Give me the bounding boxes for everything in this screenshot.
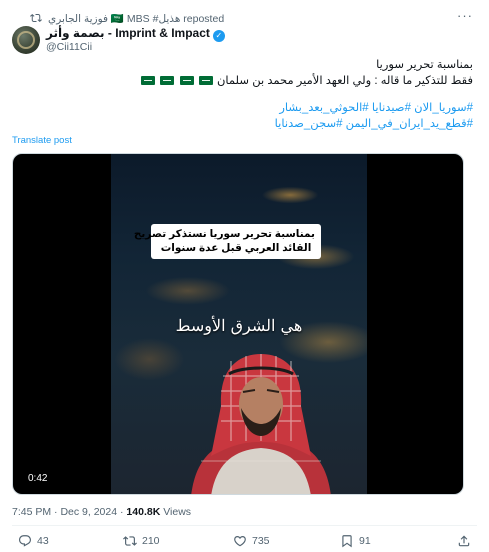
repost-text: فوزية الجابري 🇸🇦 MBS #هذيل reposted <box>48 13 225 25</box>
bookmark-button[interactable]: 91 <box>340 532 371 550</box>
video-caption-line-2: القائد العربي قبل عدة سنوات <box>160 242 312 254</box>
hashtag-line-1[interactable]: #سوريا_الان #صيدنايا #الحوثي_بعد_بشار <box>33 101 473 117</box>
repost-count: 210 <box>142 535 160 547</box>
translate-post-link[interactable]: Translate post <box>12 135 72 146</box>
author-name-row[interactable]: بصمة وأثر - Imprint & Impact ✓ <box>46 26 225 42</box>
author-name[interactable]: بصمة وأثر - Imprint & Impact <box>46 26 210 40</box>
tweet-line-1: بمناسبة تحرير سوريا <box>376 59 473 71</box>
video-frame[interactable]: بمناسبة تحرير سوريا نستذكر تصريح القائد … <box>111 154 367 494</box>
saudi-flag-icon <box>179 75 194 85</box>
verified-badge-icon: ✓ <box>212 30 225 42</box>
hashtags: #سوريا_الان #صيدنايا #الحوثي_بعد_بشار #ق… <box>33 101 473 132</box>
views-label: Views <box>163 506 192 518</box>
repost-button[interactable]: 210 <box>123 532 160 550</box>
more-options-icon[interactable]: ··· <box>455 8 475 24</box>
divider <box>12 525 477 526</box>
author-handle[interactable]: @Cii11Cii <box>46 41 92 53</box>
saudi-flag-icon <box>141 75 156 85</box>
views-count: 140.8K <box>126 506 161 518</box>
avatar[interactable] <box>12 26 40 54</box>
like-button[interactable]: 735 <box>233 532 270 550</box>
speaker-figure <box>191 354 331 494</box>
repost-icon <box>123 536 137 546</box>
reply-count: 43 <box>37 535 49 547</box>
video-duration: 0:42 <box>23 471 53 486</box>
tweet-line-2: فقط للتذكير ما قاله : ولي العهد الأمير م… <box>216 74 473 87</box>
video-overlay-text: هي الشرق الأوسط <box>175 316 303 335</box>
like-count: 735 <box>252 535 270 547</box>
repost-icon <box>30 13 42 23</box>
tweet-meta: 7:45 PM · Dec 9, 2024 · 140.8K Views <box>12 506 191 518</box>
bookmark-count: 91 <box>359 535 371 547</box>
reply-button[interactable]: 43 <box>18 532 49 550</box>
video-caption: بمناسبة تحرير سوريا نستذكر تصريح القائد … <box>133 224 321 259</box>
saudi-flag-icon <box>198 75 213 85</box>
tweet-date[interactable]: Dec 9, 2024 <box>60 506 117 518</box>
bookmark-icon <box>342 535 352 548</box>
tweet-text: بمناسبة تحرير سوريا فقط للتذكير ما قاله … <box>33 58 473 132</box>
tweet-line-2-row: فقط للتذكير ما قاله : ولي العهد الأمير م… <box>33 74 473 90</box>
hashtag-line-2[interactable]: #قطع_يد_ايران_في_اليمن #سجن_صدنايا <box>33 117 473 133</box>
tweet-time[interactable]: 7:45 PM <box>12 506 51 518</box>
saudi-flag-icon <box>160 75 175 85</box>
reply-icon <box>19 535 31 547</box>
share-icon <box>458 535 470 547</box>
heart-icon <box>234 536 246 547</box>
repost-header[interactable]: فوزية الجابري 🇸🇦 MBS #هذيل reposted <box>30 12 475 26</box>
action-bar: 43 210 735 91 <box>18 532 471 550</box>
share-button[interactable] <box>457 532 471 550</box>
video-player[interactable]: بمناسبة تحرير سوريا نستذكر تصريح القائد … <box>12 153 464 495</box>
video-caption-line-1: بمناسبة تحرير سوريا نستذكر تصريح <box>133 228 315 240</box>
